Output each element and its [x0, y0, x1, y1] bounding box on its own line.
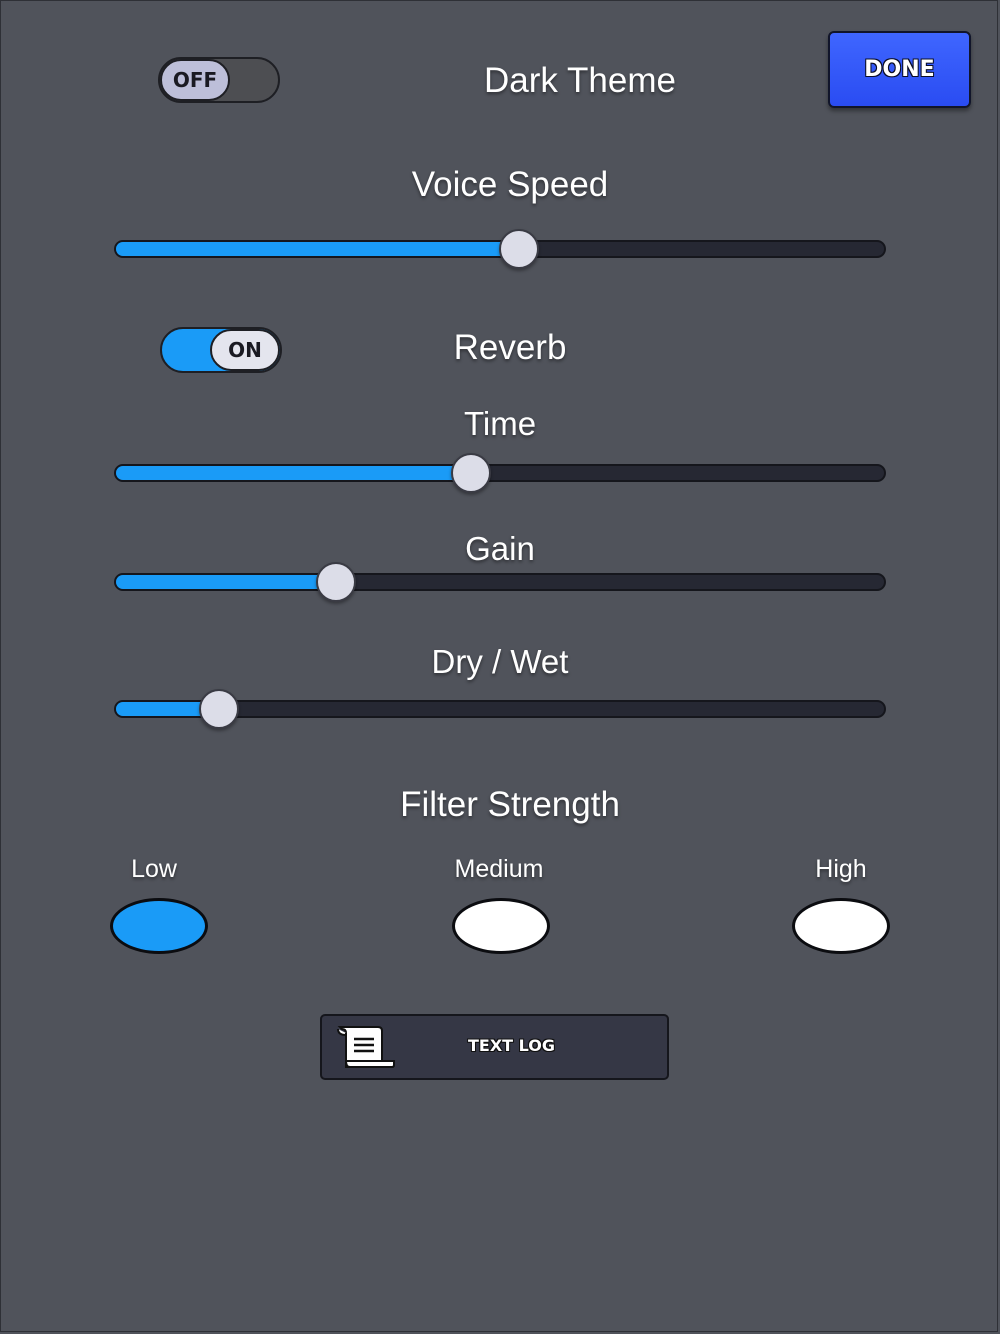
filter-strength-label: Filter Strength — [400, 785, 620, 824]
filter-option-high-label: High — [815, 855, 867, 883]
reverb-dry-wet-slider[interactable] — [114, 687, 886, 731]
reverb-gain-slider[interactable] — [114, 560, 886, 604]
text-log-label: TEXT LOG — [468, 1036, 556, 1055]
filter-option-low-radio[interactable] — [110, 898, 208, 954]
slider-thumb[interactable] — [198, 689, 239, 729]
slider-thumb[interactable] — [316, 562, 357, 602]
filter-option-medium-radio[interactable] — [452, 898, 550, 954]
slider-thumb[interactable] — [450, 453, 491, 493]
reverb-toggle-state: ON — [210, 329, 280, 371]
reverb-dry-wet-label: Dry / Wet — [431, 643, 569, 680]
dark-theme-toggle-state: OFF — [160, 59, 230, 101]
filter-option-medium-label: Medium — [454, 855, 544, 883]
slider-fill — [116, 466, 471, 480]
dark-theme-toggle[interactable]: OFF — [158, 57, 280, 103]
done-button[interactable]: DONE — [828, 31, 971, 108]
scroll-icon — [337, 1026, 395, 1068]
slider-track — [114, 573, 886, 591]
reverb-time-slider[interactable] — [114, 451, 886, 495]
text-log-button[interactable]: TEXT LOG — [320, 1014, 669, 1080]
reverb-label: Reverb — [453, 328, 567, 367]
filter-option-low-label: Low — [131, 855, 177, 883]
slider-fill — [116, 575, 338, 589]
reverb-toggle[interactable]: ON — [160, 327, 282, 373]
reverb-time-label: Time — [463, 405, 537, 442]
voice-speed-slider[interactable] — [114, 227, 886, 271]
slider-track — [114, 464, 886, 482]
slider-thumb[interactable] — [499, 229, 540, 269]
slider-fill — [116, 242, 520, 256]
voice-speed-label: Voice Speed — [411, 165, 609, 204]
dark-theme-label: Dark Theme — [484, 61, 676, 100]
filter-option-high-radio[interactable] — [792, 898, 890, 954]
